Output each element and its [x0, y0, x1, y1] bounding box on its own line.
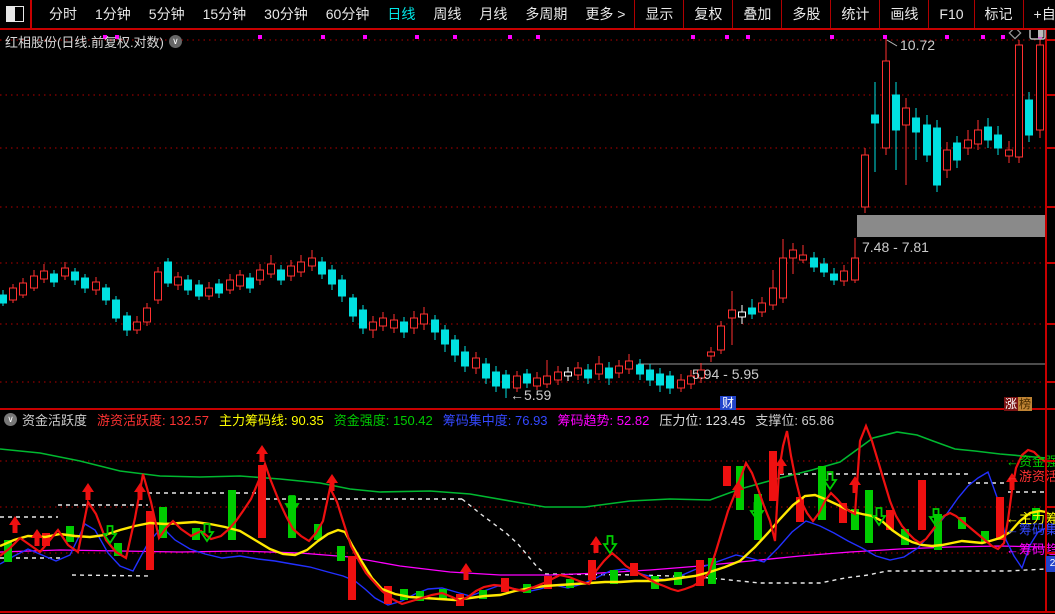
period-tab-5分钟[interactable]: 5分钟	[140, 4, 194, 24]
toolbar-button-F10[interactable]: F10	[928, 0, 973, 28]
chevron-down-icon[interactable]: ∨	[4, 412, 17, 426]
chart-label: 5.94 - 5.95	[692, 366, 759, 382]
panel-count-badge[interactable]: 2	[1046, 556, 1055, 572]
marker-dot	[415, 35, 419, 39]
suspension-band	[857, 215, 1046, 237]
marker-dot	[453, 35, 457, 39]
period-tab-周线[interactable]: 周线	[424, 4, 470, 24]
indicator-value-主力筹码线: 主力筹码线: 90.35	[219, 412, 324, 428]
toolbar-button-叠加[interactable]: 叠加	[732, 0, 781, 28]
period-tab-分时[interactable]: 分时	[40, 4, 86, 24]
rank-badge[interactable]: 涨 榜	[1004, 397, 1033, 411]
toolbar-button-显示[interactable]: 显示	[634, 0, 683, 28]
rank-badge-zhang: 涨	[1004, 397, 1019, 411]
marker-dot	[363, 35, 367, 39]
chart-label: 10.72	[900, 37, 935, 53]
marker-dot	[725, 35, 729, 39]
period-tab-15分钟[interactable]: 15分钟	[194, 4, 256, 24]
chart-label: ←5.59	[510, 387, 551, 403]
marker-dot	[536, 35, 540, 39]
indicator-value-筹码趋势: 筹码趋势: 52.82	[557, 412, 650, 428]
toolbar-button-画线[interactable]: 画线	[879, 0, 928, 28]
up-arrow-icon	[9, 516, 21, 533]
line-label: ←筹码趋	[1006, 542, 1055, 557]
period-tab-月线[interactable]: 月线	[470, 4, 516, 24]
indicator-value-压力位: 压力位: 123.45	[659, 412, 746, 428]
up-arrow-icon	[82, 483, 94, 500]
chevron-down-icon[interactable]: ∨	[168, 35, 182, 48]
period-tab-1分钟[interactable]: 1分钟	[86, 4, 140, 24]
marker-dot	[883, 35, 887, 39]
toolbar-button-标记[interactable]: 标记	[973, 0, 1023, 28]
marker-dot	[746, 35, 750, 39]
line-label: ←游资活	[1006, 469, 1055, 484]
toolbar-button-+自选[interactable]: +自选	[1022, 0, 1055, 28]
menu-divider	[30, 0, 32, 28]
trading-terminal-window: 分时 1分钟 5分钟 15分钟 30分钟 60分钟 日线 周线 月线 多周期 更多 > 显示 复权 叠加…	[0, 0, 1055, 614]
up-arrow-icon	[31, 529, 43, 546]
marker-dot	[258, 35, 262, 39]
toolbar-button-统计[interactable]: 统计	[830, 0, 879, 28]
up-arrow-icon	[134, 483, 146, 500]
indicator-values: 游资活跃度: 132.57 主力筹码线: 90.35 资金强度: 150.42 筹码集…	[97, 410, 844, 429]
marker-dot	[981, 35, 985, 39]
indicator-value-支撑位: 支撑位: 65.86	[755, 412, 835, 428]
indicator-title[interactable]: 资金活跃度	[22, 410, 87, 429]
toolbar-button-多股[interactable]: 多股	[781, 0, 830, 28]
up-arrow-icon	[460, 563, 472, 580]
toolbar-button-复权[interactable]: 复权	[683, 0, 732, 28]
chart-title-row: 红相股份(日线.前复权.对数) ∨	[5, 32, 182, 51]
toolbar-right-buttons: 显示复权叠加多股统计画线F10标记+自选	[634, 0, 1055, 28]
indicator-value-游资活跃度: 游资活跃度: 132.57	[97, 412, 210, 428]
indicator-value-资金强度: 资金强度: 150.42	[333, 412, 433, 428]
up-arrow-icon	[849, 476, 861, 493]
marker-dot	[508, 35, 512, 39]
indicator-value-筹码集中度: 筹码集中度: 76.93	[442, 412, 548, 428]
main-chart-canvas[interactable]: 10.7210.727.48 - 7.815.94 - 5.95←5.59←资金…	[0, 0, 1055, 614]
up-arrow-icon	[326, 474, 338, 491]
period-tab-60分钟[interactable]: 60分钟	[317, 4, 379, 24]
stock-title: 红相股份(日线.前复权.对数)	[5, 35, 164, 50]
fortune-event-badge[interactable]: 财	[720, 396, 737, 410]
line-label: ←筹码集	[1006, 522, 1055, 537]
rank-badge-bang: 榜	[1018, 397, 1033, 411]
marker-dot	[945, 35, 949, 39]
pointer-line	[886, 39, 898, 47]
pressure-support-dashed-line	[461, 498, 546, 574]
chart-label: 7.48 - 7.81	[862, 239, 929, 255]
layout-toggle-icon[interactable]	[6, 6, 24, 22]
period-tab-多周期[interactable]: 多周期	[516, 4, 576, 24]
marker-dot	[1001, 35, 1005, 39]
period-tab-更多 >[interactable]: 更多 >	[576, 4, 634, 24]
up-arrow-icon	[256, 445, 268, 462]
marker-dot	[830, 35, 834, 39]
marker-dot	[691, 35, 695, 39]
up-arrow-icon	[590, 536, 602, 553]
period-tab-30分钟[interactable]: 30分钟	[255, 4, 317, 24]
marker-dot	[321, 35, 325, 39]
indicator-header: ∨ 资金活跃度 游资活跃度: 132.57 主力筹码线: 90.35 资金强度: 1…	[0, 410, 1055, 428]
down-arrow-icon	[602, 535, 618, 555]
top-menu-bar: 分时 1分钟 5分钟 15分钟 30分钟 60分钟 日线 周线 月线 多周期 更多 > 显示 复权 叠加…	[0, 0, 1055, 30]
period-tab-日线[interactable]: 日线	[378, 4, 424, 24]
period-menu: 分时 1分钟 5分钟 15分钟 30分钟 60分钟 日线 周线 月线 多周期 更多 >	[40, 4, 634, 24]
pressure-support-dashed-line	[71, 574, 151, 577]
